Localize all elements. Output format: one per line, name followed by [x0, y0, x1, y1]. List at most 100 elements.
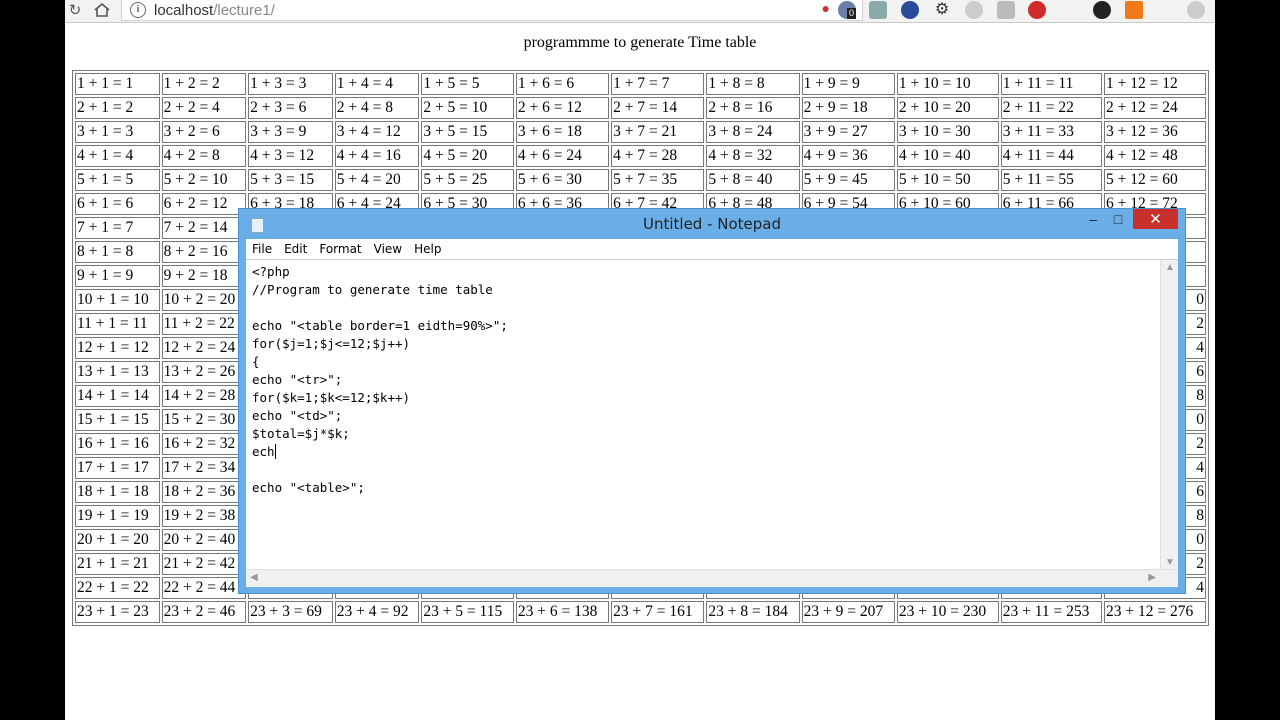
table-cell: 5 + 4 = 20 [334, 169, 420, 191]
table-cell: 2 + 2 = 4 [161, 97, 247, 119]
table-cell: 2 + 8 = 16 [706, 97, 800, 119]
table-cell: 20 + 2 = 40 [161, 529, 247, 551]
scroll-up-icon[interactable]: ▲ [1165, 262, 1175, 273]
code-line: for($j=1;$j<=12;$j++) [252, 336, 411, 351]
home-icon[interactable] [91, 0, 113, 20]
blocked-popup-icon[interactable]: ● [822, 0, 830, 16]
menu-help[interactable]: Help [414, 242, 441, 256]
extension-code-icon[interactable] [869, 1, 887, 19]
table-cell: 13 + 2 = 26 [161, 361, 247, 383]
minimize-button[interactable]: – [1081, 209, 1105, 229]
close-button[interactable]: ✕ [1133, 209, 1178, 229]
table-cell: 9 + 1 = 9 [75, 265, 160, 287]
scroll-right-icon[interactable]: ▶ [1148, 572, 1156, 583]
table-cell: 9 + 2 = 18 [161, 265, 247, 287]
table-cell: 8 + 2 = 16 [161, 241, 247, 263]
menu-edit[interactable]: Edit [284, 242, 307, 256]
table-cell: 1 + 3 = 3 [248, 73, 333, 95]
table-cell: 4 + 12 = 48 [1104, 145, 1206, 167]
table-cell: 7 + 1 = 7 [75, 217, 160, 239]
table-cell: 10 + 2 = 20 [161, 289, 247, 311]
code-text[interactable]: <?php //Program to generate time table e… [252, 263, 508, 497]
vertical-scrollbar[interactable]: ▲ ▼ [1160, 260, 1178, 570]
table-cell: 21 + 1 = 21 [75, 553, 160, 575]
table-cell: 1 + 9 = 9 [801, 73, 895, 95]
table-cell: 4 + 4 = 16 [334, 145, 420, 167]
notepad-window[interactable]: Untitled - Notepad – □ ✕ File Edit Forma… [238, 208, 1186, 594]
text-caret [274, 444, 276, 459]
table-cell: 4 + 2 = 8 [161, 145, 247, 167]
table-cell: 1 + 6 = 6 [515, 73, 610, 95]
table-cell: 3 + 10 = 30 [896, 121, 999, 143]
extension-gear-icon[interactable] [1187, 1, 1205, 19]
table-cell: 17 + 1 = 17 [75, 457, 160, 479]
table-cell: 15 + 2 = 30 [161, 409, 247, 431]
table-cell: 5 + 3 = 15 [248, 169, 333, 191]
table-cell: 23 + 7 = 161 [611, 601, 705, 623]
gear-icon[interactable]: ⚙ [933, 1, 951, 19]
table-cell: 2 + 4 = 8 [334, 97, 420, 119]
notepad-titlebar[interactable]: Untitled - Notepad – □ ✕ [239, 209, 1185, 239]
table-cell: 4 + 5 = 20 [421, 145, 514, 167]
table-cell: 23 + 4 = 92 [334, 601, 420, 623]
table-row: 1 + 1 = 11 + 2 = 21 + 3 = 31 + 4 = 41 + … [75, 73, 1206, 95]
extension-bomb-icon[interactable] [1093, 1, 1111, 19]
table-cell: 4 + 7 = 28 [611, 145, 705, 167]
table-cell: 4 + 6 = 24 [515, 145, 610, 167]
url-text[interactable]: localhost/lecture1/ [154, 2, 275, 19]
code-line: $total=$j*$k; [252, 426, 350, 441]
pinterest-icon[interactable] [1028, 1, 1046, 19]
table-row: 23 + 1 = 23 23 + 2 = 46 23 + 3 = 69 23 + 4 … [75, 601, 1206, 623]
table-cell: 2 + 6 = 12 [515, 97, 610, 119]
menu-view[interactable]: View [374, 242, 402, 256]
table-cell: 18 + 1 = 18 [75, 481, 160, 503]
maximize-button[interactable]: □ [1106, 209, 1130, 229]
table-cell: 15 + 1 = 15 [75, 409, 160, 431]
table-cell: 5 + 5 = 25 [421, 169, 514, 191]
menu-format[interactable]: Format [319, 242, 361, 256]
table-cell: 19 + 2 = 38 [161, 505, 247, 527]
code-line: //Program to generate time table [252, 282, 493, 297]
table-cell: 4 + 1 = 4 [75, 145, 160, 167]
table-cell: 3 + 4 = 12 [334, 121, 420, 143]
table-cell: 17 + 2 = 34 [161, 457, 247, 479]
table-cell: 3 + 9 = 27 [801, 121, 895, 143]
table-row: 3 + 1 = 33 + 2 = 63 + 3 = 93 + 4 = 12 3 +… [75, 121, 1206, 143]
table-cell: 5 + 9 = 45 [801, 169, 895, 191]
table-cell: 1 + 12 = 12 [1104, 73, 1206, 95]
table-cell: 5 + 8 = 40 [706, 169, 800, 191]
table-cell: 1 + 1 = 1 [75, 73, 160, 95]
table-cell: 5 + 7 = 35 [611, 169, 705, 191]
table-cell: 4 + 10 = 40 [896, 145, 999, 167]
address-bar[interactable]: i localhost/lecture1/ ● ☆ [121, 0, 863, 21]
table-cell: 5 + 10 = 50 [896, 169, 999, 191]
table-cell: 5 + 6 = 30 [515, 169, 610, 191]
table-cell: 4 + 11 = 44 [1000, 145, 1103, 167]
reload-icon[interactable]: ↻ [65, 0, 85, 20]
extension-chat-icon[interactable] [997, 1, 1015, 19]
table-cell: 12 + 1 = 12 [75, 337, 160, 359]
notepad-menubar: File Edit Format View Help [246, 239, 1178, 259]
scroll-left-icon[interactable]: ◀ [250, 572, 258, 583]
table-cell: 23 + 12 = 276 [1104, 601, 1206, 623]
table-cell: 6 + 2 = 12 [161, 193, 247, 215]
menu-file[interactable]: File [252, 242, 272, 256]
code-line: ech [252, 444, 275, 459]
table-cell: 23 + 8 = 184 [706, 601, 800, 623]
table-cell: 2 + 1 = 2 [75, 97, 160, 119]
notepad-text-area[interactable]: <?php //Program to generate time table e… [246, 259, 1178, 587]
table-cell: 10 + 1 = 10 [75, 289, 160, 311]
table-cell: 5 + 2 = 10 [161, 169, 247, 191]
table-cell: 4 + 8 = 32 [706, 145, 800, 167]
table-cell: 23 + 1 = 23 [75, 601, 160, 623]
table-cell: 23 + 9 = 207 [801, 601, 895, 623]
site-info-icon[interactable]: i [130, 2, 146, 18]
horizontal-scrollbar[interactable]: ◀ ▶ [246, 569, 1178, 587]
table-cell: 2 + 7 = 14 [611, 97, 705, 119]
extension-puzzle-icon[interactable] [965, 1, 983, 19]
table-cell: 1 + 10 = 10 [896, 73, 999, 95]
extension-chart-icon[interactable] [1125, 1, 1143, 19]
scroll-down-icon[interactable]: ▼ [1165, 557, 1175, 568]
extension-dropdown-icon[interactable] [901, 1, 919, 19]
table-cell: 3 + 6 = 18 [515, 121, 610, 143]
